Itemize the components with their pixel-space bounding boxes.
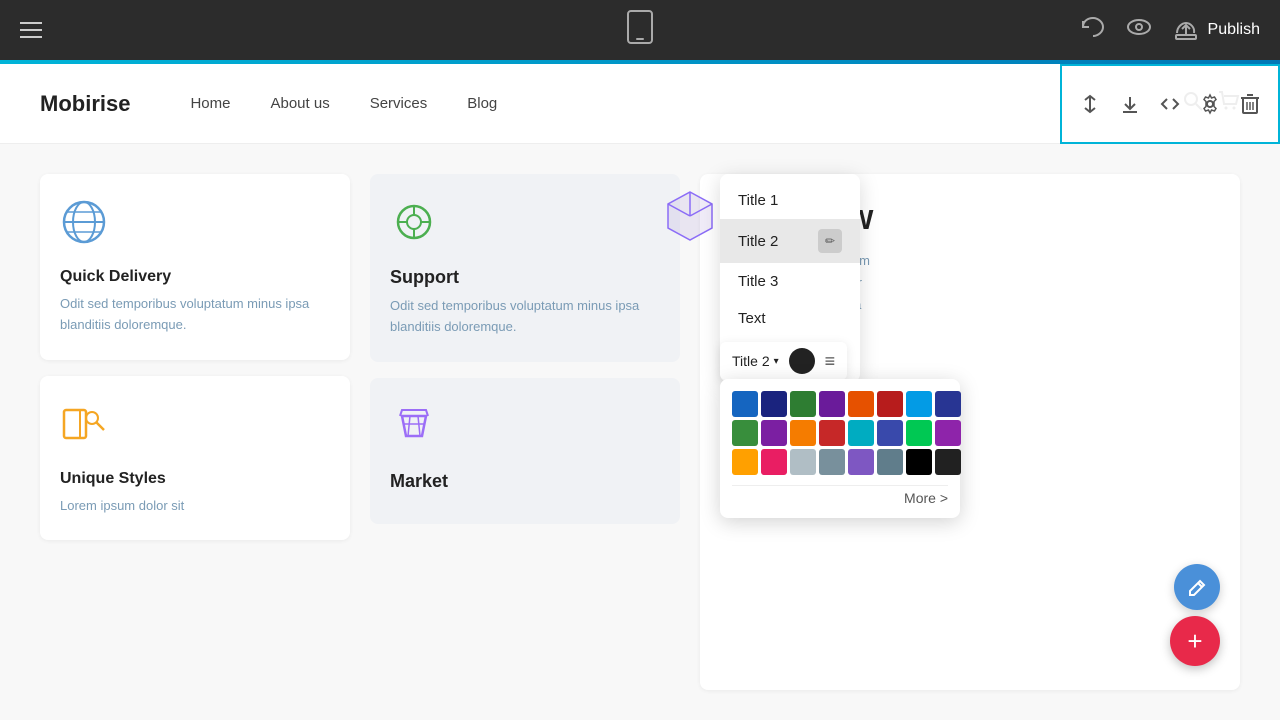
dropdown-item-text[interactable]: Text bbox=[720, 300, 860, 337]
color-swatch[interactable] bbox=[906, 420, 932, 446]
title-bar-label[interactable]: Title 2 ▾ bbox=[732, 353, 779, 369]
nav-bar: Mobirise Home About us Services Blog bbox=[0, 64, 1280, 144]
dropdown-item-title1[interactable]: Title 1 bbox=[720, 182, 860, 219]
download-block-button[interactable] bbox=[1112, 86, 1148, 122]
more-colors-link[interactable]: More > bbox=[732, 485, 948, 506]
dropdown-item-title2[interactable]: Title 2 ✏ bbox=[720, 219, 860, 263]
globe-icon bbox=[60, 198, 330, 256]
nav-links: Home About us Services Blog bbox=[190, 95, 497, 112]
quick-delivery-card: Quick Delivery Odit sed temporibus volup… bbox=[40, 174, 350, 360]
title-color-swatch[interactable] bbox=[789, 348, 815, 374]
settings-block-button[interactable] bbox=[1192, 86, 1228, 122]
support-card: Support Odit sed temporibus voluptatum m… bbox=[370, 174, 680, 362]
color-swatch[interactable] bbox=[819, 449, 845, 475]
color-swatch[interactable] bbox=[761, 391, 787, 417]
top-toolbar: Publish bbox=[0, 0, 1280, 60]
middle-column: Support Odit sed temporibus voluptatum m… bbox=[370, 174, 680, 690]
publish-button[interactable]: Publish bbox=[1172, 19, 1260, 41]
nav-link-about[interactable]: About us bbox=[270, 95, 329, 112]
undo-button[interactable] bbox=[1080, 16, 1106, 44]
preview-button[interactable] bbox=[1126, 16, 1152, 44]
publish-label: Publish bbox=[1208, 21, 1260, 39]
hamburger-menu-icon[interactable] bbox=[20, 22, 42, 38]
color-swatch[interactable] bbox=[906, 391, 932, 417]
toolbar-right: Publish bbox=[1080, 16, 1260, 44]
text-align-icon[interactable]: ≡ bbox=[825, 351, 836, 372]
toolbar-left bbox=[20, 22, 42, 38]
edit-title2-icon[interactable]: ✏ bbox=[818, 229, 842, 253]
nav-link-blog[interactable]: Blog bbox=[467, 95, 497, 112]
fab-add-icon: + bbox=[1187, 626, 1202, 657]
nav-link-home[interactable]: Home bbox=[190, 95, 230, 112]
color-swatch[interactable] bbox=[790, 420, 816, 446]
color-swatch[interactable] bbox=[935, 420, 961, 446]
unique-styles-card: Unique Styles Lorem ipsum dolor sit bbox=[40, 376, 350, 541]
toolbar-center bbox=[626, 9, 654, 52]
dropdown-item-title3[interactable]: Title 3 bbox=[720, 263, 860, 300]
title-bar-text: Title 2 bbox=[732, 353, 770, 369]
unique-styles-title: Unique Styles bbox=[60, 470, 330, 488]
color-swatch[interactable] bbox=[877, 449, 903, 475]
right-column: Services W Lorem ipsum dolor sit am Moll… bbox=[700, 174, 1240, 690]
move-block-button[interactable] bbox=[1072, 86, 1108, 122]
support-icon bbox=[390, 198, 660, 255]
color-swatch[interactable] bbox=[877, 391, 903, 417]
quick-delivery-title: Quick Delivery bbox=[60, 268, 330, 286]
block-controls bbox=[1060, 64, 1280, 144]
main-content: Quick Delivery Odit sed temporibus volup… bbox=[0, 144, 1280, 720]
dropdown-label-title1: Title 1 bbox=[738, 192, 778, 209]
delete-block-button[interactable] bbox=[1232, 86, 1268, 122]
unique-styles-icon bbox=[60, 400, 330, 458]
color-swatch[interactable] bbox=[761, 420, 787, 446]
color-swatch[interactable] bbox=[819, 391, 845, 417]
color-grid bbox=[732, 391, 948, 475]
nav-link-services[interactable]: Services bbox=[370, 95, 428, 112]
color-swatch[interactable] bbox=[906, 449, 932, 475]
color-swatch[interactable] bbox=[935, 449, 961, 475]
title-bar-chevron-icon: ▾ bbox=[774, 356, 779, 367]
color-swatch[interactable] bbox=[732, 391, 758, 417]
market-icon bbox=[390, 402, 660, 459]
color-swatch[interactable] bbox=[848, 449, 874, 475]
color-swatch[interactable] bbox=[732, 449, 758, 475]
color-swatch[interactable] bbox=[761, 449, 787, 475]
dropdown-label-text: Text bbox=[738, 310, 766, 327]
color-swatch[interactable] bbox=[848, 420, 874, 446]
color-swatch[interactable] bbox=[877, 420, 903, 446]
3d-box-icon bbox=[660, 184, 720, 249]
title-format-bar: Title 2 ▾ ≡ bbox=[720, 342, 847, 380]
market-title: Market bbox=[390, 471, 660, 492]
support-text: Odit sed temporibus voluptatum minus ips… bbox=[390, 296, 660, 338]
unique-styles-text: Lorem ipsum dolor sit bbox=[60, 496, 330, 517]
code-block-button[interactable] bbox=[1152, 86, 1188, 122]
support-title: Support bbox=[390, 267, 660, 288]
color-palette-popup: More > bbox=[720, 379, 960, 518]
nav-logo: Mobirise bbox=[40, 91, 130, 117]
color-swatch[interactable] bbox=[790, 449, 816, 475]
color-swatch[interactable] bbox=[819, 420, 845, 446]
dropdown-label-title3: Title 3 bbox=[738, 273, 778, 290]
quick-delivery-text: Odit sed temporibus voluptatum minus ips… bbox=[60, 294, 330, 336]
fab-add-button[interactable]: + bbox=[1170, 616, 1220, 666]
color-swatch[interactable] bbox=[848, 391, 874, 417]
color-swatch[interactable] bbox=[790, 391, 816, 417]
color-swatch[interactable] bbox=[732, 420, 758, 446]
color-swatch[interactable] bbox=[935, 391, 961, 417]
left-column: Quick Delivery Odit sed temporibus volup… bbox=[40, 174, 350, 690]
mobile-preview-icon[interactable] bbox=[626, 20, 654, 51]
dropdown-label-title2: Title 2 bbox=[738, 233, 778, 250]
market-card: Market bbox=[370, 378, 680, 524]
fab-edit-button[interactable] bbox=[1174, 564, 1220, 610]
